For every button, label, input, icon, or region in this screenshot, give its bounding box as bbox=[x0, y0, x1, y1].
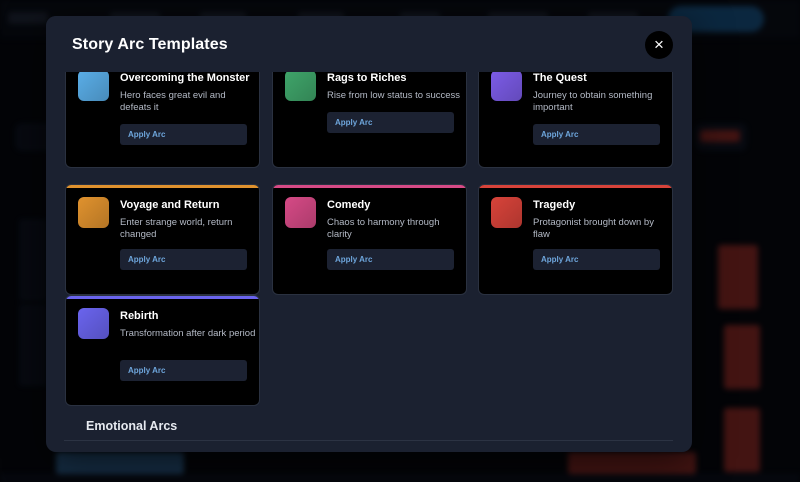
arc-card-rags-to-riches: Rags to Riches Rise from low status to s… bbox=[272, 72, 467, 168]
apply-arc-button[interactable]: Apply Arc bbox=[533, 249, 660, 270]
arc-description: Transformation after dark period bbox=[120, 328, 256, 339]
close-button[interactable]: × bbox=[645, 31, 673, 59]
arc-card-comedy: Comedy Chaos to harmony through clarity … bbox=[272, 184, 467, 295]
modal-title: Story Arc Templates bbox=[72, 36, 228, 53]
arc-accent-line bbox=[273, 185, 466, 188]
arc-accent-line bbox=[479, 185, 672, 188]
arc-color-icon bbox=[78, 197, 109, 228]
arc-card-the-quest: The Quest Journey to obtain something im… bbox=[478, 72, 673, 168]
arc-description: Enter strange world, return changed bbox=[120, 217, 233, 240]
arc-description: Rise from low status to success bbox=[327, 90, 461, 101]
apply-arc-button[interactable]: Apply Arc bbox=[533, 124, 660, 145]
arc-card-overcoming-the-monster: Overcoming the Monster Hero faces great … bbox=[65, 72, 260, 168]
apply-arc-button[interactable]: Apply Arc bbox=[327, 249, 454, 270]
arc-card-rebirth: Rebirth Transformation after dark period… bbox=[65, 295, 260, 406]
arc-title: Overcoming the Monster bbox=[120, 72, 250, 84]
modal-header: Story Arc Templates × bbox=[46, 16, 692, 72]
apply-arc-button[interactable]: Apply Arc bbox=[120, 124, 247, 145]
section-title-emotional-arcs: Emotional Arcs bbox=[86, 419, 178, 433]
arc-color-icon bbox=[78, 308, 109, 339]
arc-title: Rebirth bbox=[120, 310, 159, 322]
modal-body[interactable]: Overcoming the Monster Hero faces great … bbox=[46, 72, 692, 452]
section-divider bbox=[64, 440, 673, 441]
arc-title: Comedy bbox=[327, 199, 371, 211]
arc-accent-line bbox=[66, 185, 259, 188]
apply-arc-button[interactable]: Apply Arc bbox=[120, 360, 247, 381]
close-icon: × bbox=[654, 35, 664, 54]
apply-arc-button[interactable]: Apply Arc bbox=[120, 249, 247, 270]
apply-arc-button[interactable]: Apply Arc bbox=[327, 112, 454, 133]
arc-card-voyage-and-return: Voyage and Return Enter strange world, r… bbox=[65, 184, 260, 295]
arc-card-tragedy: Tragedy Protagonist brought down by flaw… bbox=[478, 184, 673, 295]
arc-color-icon bbox=[491, 197, 522, 228]
arc-title: Voyage and Return bbox=[120, 199, 220, 211]
arc-description: Hero faces great evil and defeats it bbox=[120, 90, 226, 113]
arc-description: Protagonist brought down by flaw bbox=[533, 217, 654, 240]
arc-accent-line bbox=[66, 296, 259, 299]
arc-title: Rags to Riches bbox=[327, 72, 407, 84]
arc-description: Journey to obtain something important bbox=[533, 90, 653, 113]
arc-color-icon bbox=[285, 72, 316, 101]
arc-description: Chaos to harmony through clarity bbox=[327, 217, 440, 240]
arc-color-icon bbox=[491, 72, 522, 101]
arc-color-icon bbox=[285, 197, 316, 228]
arc-color-icon bbox=[78, 72, 109, 101]
arc-title: The Quest bbox=[533, 72, 587, 84]
arc-title: Tragedy bbox=[533, 199, 576, 211]
story-arc-templates-modal: Story Arc Templates × Overcoming the Mon… bbox=[46, 16, 692, 452]
